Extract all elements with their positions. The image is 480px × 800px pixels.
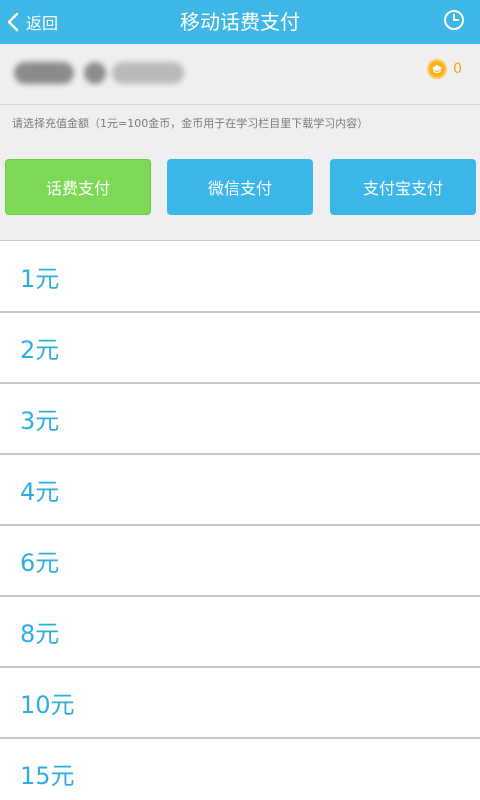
wechat-pay-button[interactable]: 微信支付 <box>167 159 313 215</box>
coin-icon <box>427 59 448 79</box>
amount-item[interactable]: 8元 <box>0 597 480 668</box>
amount-item[interactable]: 2元 <box>0 313 480 384</box>
coin-count: 0 <box>453 61 462 77</box>
recharge-notice: 请选择充值金额（1元=100金币，金币用于在学习栏目里下载学习内容） <box>0 104 480 142</box>
amount-list: 1元 2元 3元 4元 6元 8元 10元 15元 <box>0 242 480 800</box>
page-title: 移动话费支付 <box>180 10 300 34</box>
account-bar: 0 <box>0 44 480 104</box>
payment-method-row: 话费支付 微信支付 支付宝支付 <box>0 142 480 241</box>
amount-item[interactable]: 3元 <box>0 384 480 455</box>
back-button[interactable]: 返回 <box>6 0 58 44</box>
history-button[interactable] <box>440 8 468 36</box>
coin-balance: 0 <box>427 58 462 80</box>
alipay-button[interactable]: 支付宝支付 <box>330 159 476 215</box>
clock-icon <box>443 9 465 35</box>
amount-item[interactable]: 1元 <box>0 242 480 313</box>
amount-item[interactable]: 15元 <box>0 739 480 800</box>
amount-item[interactable]: 4元 <box>0 455 480 526</box>
masked-phone-number <box>14 62 184 84</box>
phone-bill-pay-button[interactable]: 话费支付 <box>5 159 151 215</box>
amount-item[interactable]: 6元 <box>0 526 480 597</box>
amount-item[interactable]: 10元 <box>0 668 480 739</box>
chevron-left-icon <box>6 11 20 33</box>
back-label: 返回 <box>26 14 59 33</box>
top-bar: 返回 移动话费支付 <box>0 0 480 44</box>
